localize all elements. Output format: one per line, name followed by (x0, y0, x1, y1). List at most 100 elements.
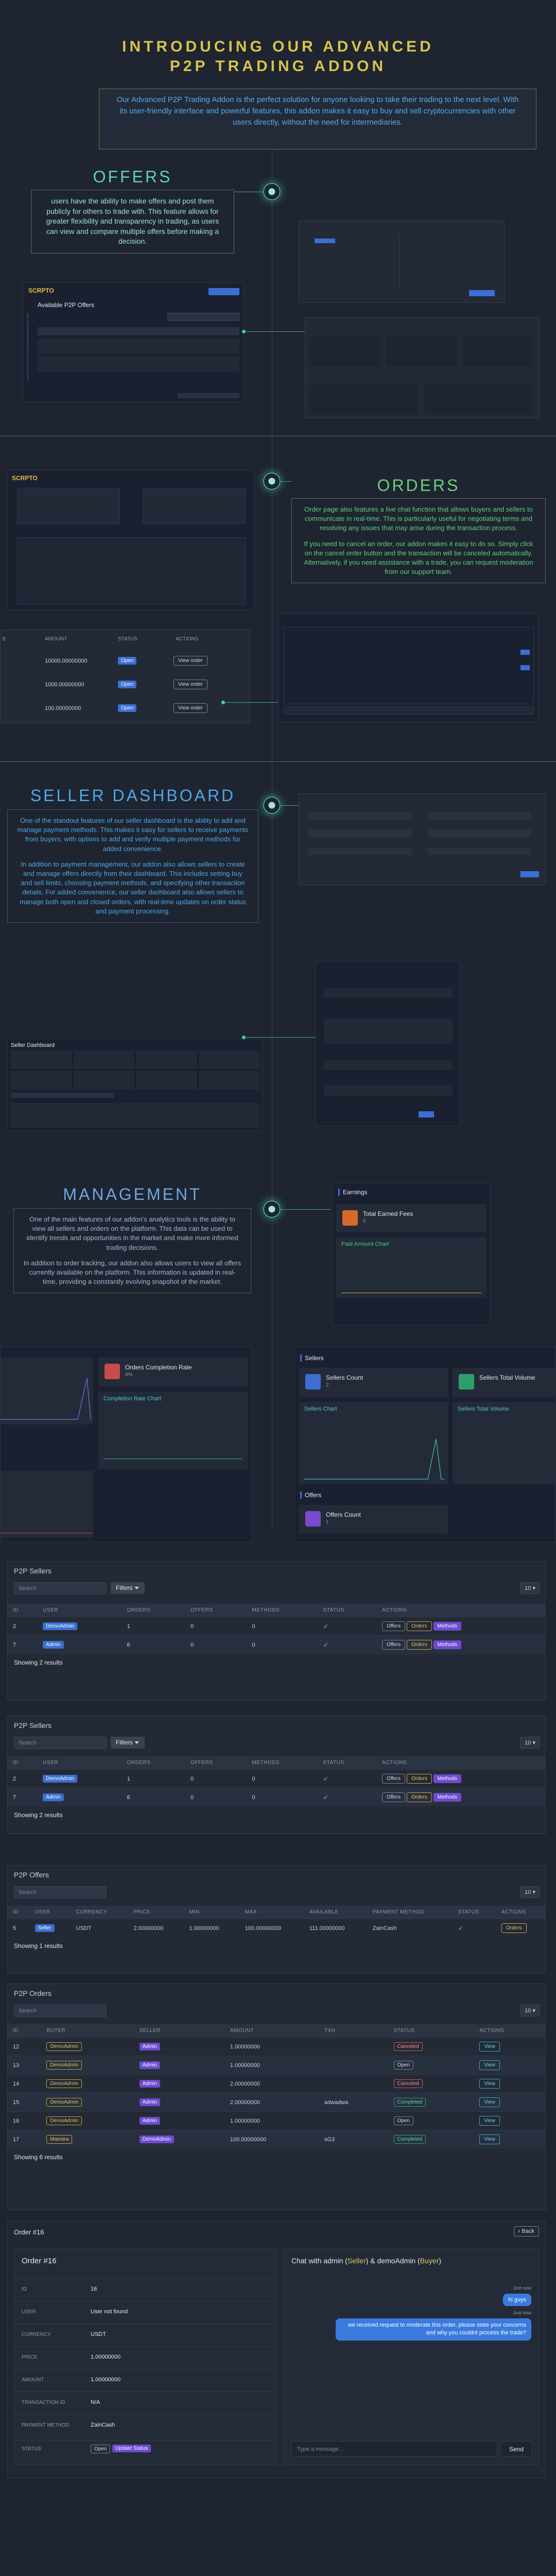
seller-badge[interactable]: Admin (139, 2061, 160, 2069)
view-order-button[interactable]: View order (173, 680, 207, 689)
order-modal-field[interactable] (324, 1060, 453, 1070)
seller-badge[interactable]: Admin (139, 2043, 160, 2050)
seller-badge[interactable]: Admin (139, 2098, 160, 2106)
orders-button[interactable]: Orders (407, 1640, 432, 1650)
offers-button[interactable]: Offers (382, 1621, 406, 1631)
view-button[interactable]: View (479, 2042, 500, 2052)
search-input[interactable]: Search (14, 1737, 107, 1749)
view-order-button[interactable]: View order (173, 656, 207, 666)
search-input[interactable]: Search (14, 1886, 107, 1899)
user-badge[interactable]: DemoAdmin (43, 1775, 78, 1783)
timeline-node-management (263, 1200, 281, 1218)
per-page-select[interactable]: 10 ▾ (520, 1737, 540, 1749)
modal-select[interactable] (315, 239, 335, 243)
sellers-volume-chart-label: Sellers Total Volume (458, 1406, 509, 1412)
buyer-badge[interactable]: DemoAdmin (46, 2079, 82, 2088)
view-button[interactable]: View (479, 2079, 500, 2089)
cell-id: 16 (8, 2111, 42, 2130)
user-badge[interactable]: Seller (34, 1924, 55, 1932)
offers-button[interactable]: Offers (382, 1640, 406, 1650)
cell-max: 100.00000000 (239, 1919, 304, 1937)
user-badge[interactable]: DemoAdmin (43, 1622, 78, 1630)
pm-field-6[interactable] (428, 848, 531, 855)
update-status-button[interactable]: Update Status (112, 2445, 151, 2452)
offers-count-widget: Offers Count 1 (299, 1505, 448, 1534)
pm-save-button[interactable] (520, 871, 539, 877)
view-button[interactable]: View (479, 2116, 500, 2126)
seller-badge[interactable]: Admin (139, 2117, 160, 2125)
stat-card (11, 1050, 72, 1069)
mini-row-2: 1000.00000000 Open View order (1, 676, 251, 694)
create-offer-button[interactable] (208, 288, 239, 295)
back-button[interactable]: ‹ Back (513, 2226, 539, 2236)
user-badge[interactable]: Admin (43, 1641, 64, 1649)
filters-button[interactable]: Filters ⏷ (111, 1582, 145, 1594)
brand-logo-2: SCRPTO (12, 474, 38, 482)
user-badge[interactable]: Admin (43, 1793, 64, 1801)
order-modal-field[interactable] (324, 988, 453, 998)
search-input[interactable]: Search (14, 1582, 107, 1595)
send-button[interactable]: Send (500, 2441, 532, 2456)
pm-field-2[interactable] (308, 830, 411, 837)
col-actions: ACTIONS (496, 1906, 545, 1919)
methods-button[interactable]: Methods (433, 1622, 462, 1631)
buyer-badge[interactable]: DemoAdmin (46, 2042, 82, 2051)
seller-badge[interactable]: Admin (139, 2080, 160, 2088)
per-page-select[interactable]: 10 ▾ (520, 2005, 540, 2016)
modal-submit[interactable] (469, 290, 495, 296)
seller-badge[interactable]: DemoAdmin (139, 2136, 174, 2143)
filters-button[interactable]: Filters ⏷ (111, 1737, 145, 1749)
message-input[interactable]: Type a message... (291, 2441, 497, 2456)
per-page-select[interactable]: 10 ▾ (520, 1582, 540, 1594)
cell-currency: USDT (71, 1919, 129, 1937)
methods-button[interactable]: Methods (433, 1793, 462, 1802)
order-modal-field[interactable] (324, 1086, 453, 1096)
seller-tabs[interactable] (11, 1093, 114, 1098)
pm-field-3[interactable] (308, 848, 411, 855)
mini-col-status: STATUS (118, 636, 137, 642)
mini-col-e: E (3, 636, 6, 642)
methods-button[interactable]: Methods (433, 1640, 462, 1649)
cell-txh (319, 2056, 389, 2075)
orders-button[interactable]: Orders (407, 1774, 432, 1784)
offer-row-1[interactable] (38, 338, 239, 354)
results-count: Showing 2 results (14, 1659, 63, 1666)
pm-field-1[interactable] (308, 812, 411, 820)
pm-field-5[interactable] (428, 830, 531, 837)
buyer-badge[interactable]: DemoAdmin (46, 2098, 82, 2107)
filter-icon: ⏷ (134, 1584, 140, 1591)
pm-field-4[interactable] (428, 812, 531, 820)
buyer-badge[interactable]: Maestra (46, 2135, 73, 2144)
offers-button[interactable]: Offers (382, 1792, 406, 1802)
methods-button[interactable]: Methods (433, 1774, 462, 1783)
chat-header: Chat with admin (Seller) & demoAdmin (Bu… (291, 2257, 441, 2265)
cell-seller: Admin (134, 2074, 225, 2093)
buyer-badge[interactable]: DemoAdmin (46, 2116, 82, 2125)
cell-methods: 0 (247, 1617, 318, 1636)
orders-button[interactable]: Orders (407, 1621, 432, 1631)
detail-label: USER (22, 2309, 36, 2315)
orders-button[interactable]: Orders (501, 1923, 527, 1933)
order-modal-submit[interactable] (419, 1111, 434, 1117)
cell-id: 2 (8, 1617, 38, 1636)
order-modal-field[interactable] (324, 1019, 453, 1044)
buyer-badge[interactable]: DemoAdmin (46, 2061, 82, 2070)
col-orders: ORDERS (121, 1604, 186, 1617)
view-order-button[interactable]: View order (173, 703, 207, 713)
cell-txh: sG3 (319, 2130, 389, 2148)
view-button[interactable]: View (479, 2097, 500, 2107)
orders-button[interactable]: Orders (407, 1792, 432, 1802)
detail-row: USER User not found (14, 2301, 277, 2324)
search-input[interactable] (167, 313, 239, 321)
cell-amount: 2.00000000 (224, 2093, 319, 2112)
per-page-select[interactable]: 10 ▾ (520, 1886, 540, 1898)
search-input[interactable]: Search (14, 2005, 107, 2017)
chat-input[interactable] (284, 706, 534, 715)
orders-text: Order page also features a live chat fun… (291, 498, 546, 584)
view-button[interactable]: View (479, 2060, 500, 2070)
cell-status: Open (388, 2056, 475, 2075)
offer-row-2[interactable] (38, 356, 239, 371)
sellers-table-card: P2P Sellers Search Filters ⏷ 10 ▾ ID USE… (7, 1561, 546, 1700)
view-button[interactable]: View (479, 2134, 500, 2144)
offers-button[interactable]: Offers (382, 1774, 406, 1784)
